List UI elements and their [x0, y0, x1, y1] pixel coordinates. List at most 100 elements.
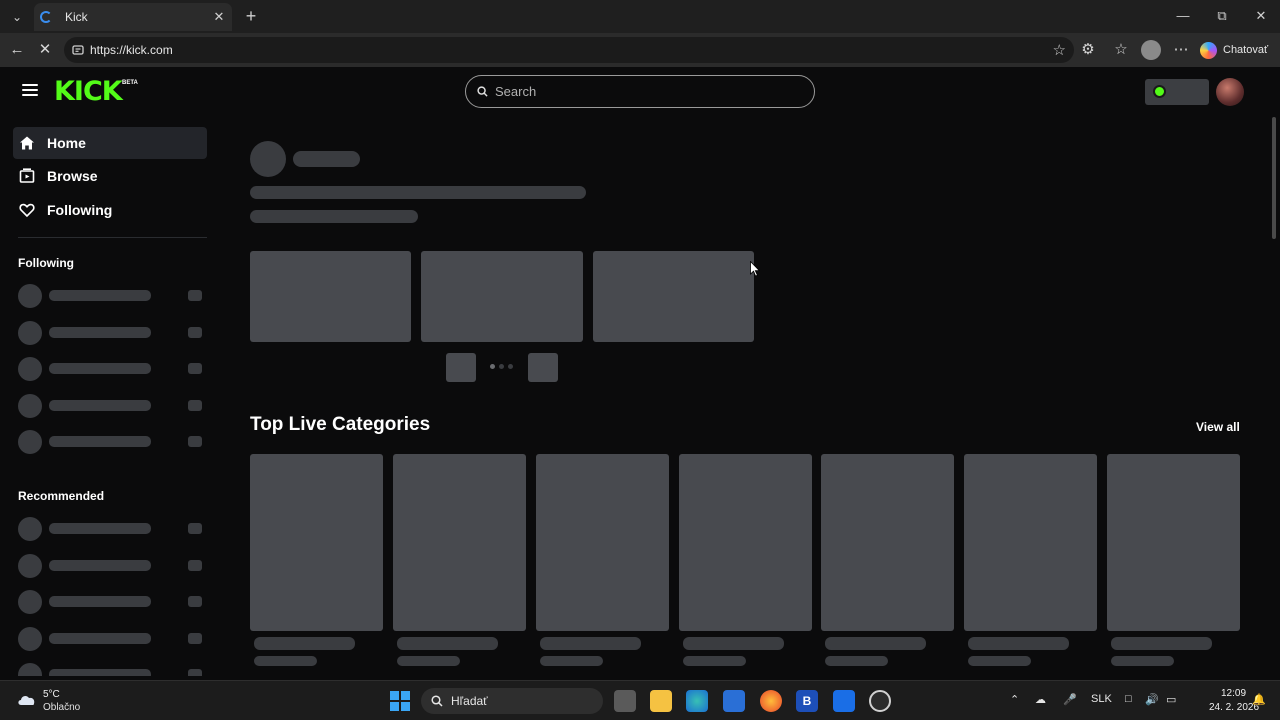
featured-name-skeleton — [293, 151, 360, 167]
minimize-button[interactable]: — — [1165, 4, 1201, 28]
browser-toolbar: ← ✕ https://kick.com ☆ ⚙ ☆ ⋯ Chatovať — [0, 33, 1280, 67]
sidebar-divider — [18, 237, 207, 238]
carousel-next-button[interactable] — [528, 353, 558, 382]
category-card-skeleton[interactable] — [1107, 454, 1240, 631]
category-title-skeleton — [540, 637, 641, 650]
copilot-icon — [1200, 41, 1217, 59]
site-header: KICK BETA Search — [4, 67, 1276, 117]
sidebar-item-label: Following — [47, 202, 113, 218]
carousel-dot[interactable] — [490, 364, 495, 369]
dropbox-icon[interactable] — [833, 690, 855, 712]
task-view-icon[interactable] — [614, 690, 636, 712]
carousel-card-skeleton[interactable] — [421, 251, 583, 342]
tab-title: Kick — [65, 10, 88, 24]
microsoft-store-icon[interactable] — [723, 690, 745, 712]
category-card-skeleton[interactable] — [679, 454, 812, 631]
category-viewers-skeleton — [683, 656, 746, 666]
taskbar-search-label: Hľadať — [451, 694, 488, 708]
featured-title-skeleton — [250, 186, 586, 199]
category-card-skeleton[interactable] — [393, 454, 526, 631]
kick-logo[interactable]: KICK — [54, 78, 123, 106]
search-placeholder: Search — [495, 84, 537, 99]
browse-icon — [19, 168, 35, 183]
tray-overflow-chevron-icon[interactable]: ⌃ — [1010, 693, 1019, 706]
site-info-icon[interactable] — [72, 44, 84, 56]
search-input[interactable]: Search — [465, 75, 815, 108]
stop-loading-button[interactable]: ✕ — [33, 38, 57, 62]
favorite-star-icon[interactable]: ☆ — [1053, 41, 1066, 59]
category-card-skeleton[interactable] — [964, 454, 1097, 631]
new-tab-button[interactable]: + — [240, 5, 262, 27]
recommended-channel-skeleton — [18, 553, 208, 578]
menu-hamburger-icon[interactable] — [22, 84, 38, 98]
tab-list-chevron-icon[interactable]: ⌄ — [4, 4, 30, 30]
file-explorer-icon[interactable] — [650, 690, 672, 712]
beta-badge: BETA — [122, 80, 138, 86]
sidebar-item-following[interactable]: Following — [13, 194, 207, 226]
browser-tab-kick[interactable]: Kick ✕ — [34, 3, 232, 31]
sidebar-item-home[interactable]: Home — [13, 127, 207, 159]
b-app-icon[interactable]: B — [796, 690, 818, 712]
following-heading: Following — [18, 256, 74, 270]
favorites-icon[interactable]: ☆ — [1109, 38, 1133, 62]
weather-description[interactable]: Oblačno — [43, 702, 80, 713]
category-card-skeleton[interactable] — [250, 454, 383, 631]
microphone-icon[interactable]: 🎤 — [1063, 693, 1077, 706]
cloud-icon[interactable] — [16, 692, 38, 706]
category-title-skeleton — [968, 637, 1069, 650]
search-icon — [477, 86, 488, 97]
carousel-card-skeleton[interactable] — [250, 251, 411, 342]
recommended-channel-skeleton — [18, 589, 208, 614]
chatgpt-icon[interactable] — [869, 690, 891, 712]
maximize-button[interactable]: ⧉ — [1204, 4, 1240, 28]
category-card-skeleton[interactable] — [821, 454, 954, 631]
kicks-balance-button[interactable] — [1145, 79, 1209, 105]
carousel-card-skeleton[interactable] — [593, 251, 754, 342]
carousel-prev-button[interactable] — [446, 353, 476, 382]
volume-icon[interactable]: 🔊 — [1145, 693, 1159, 706]
category-card-skeleton[interactable] — [536, 454, 669, 631]
network-icon[interactable]: □ — [1125, 693, 1132, 705]
tab-close-icon[interactable]: ✕ — [210, 9, 228, 25]
category-viewers-skeleton — [1111, 656, 1174, 666]
carousel-dot[interactable] — [499, 364, 504, 369]
kick-page: KICK BETA Search Home Browse Following F… — [4, 67, 1276, 676]
section-title: Top Live Categories — [250, 414, 431, 435]
category-title-skeleton — [1111, 637, 1212, 650]
language-indicator[interactable]: SLK — [1091, 693, 1112, 705]
view-all-link[interactable]: View all — [1196, 420, 1240, 434]
category-viewers-skeleton — [825, 656, 888, 666]
category-title-skeleton — [397, 637, 498, 650]
carousel-dot[interactable] — [508, 364, 513, 369]
onedrive-icon[interactable]: ☁ — [1035, 693, 1046, 706]
search-icon — [431, 695, 443, 707]
following-channel-skeleton — [18, 429, 208, 454]
address-bar[interactable]: https://kick.com ☆ — [64, 37, 1074, 63]
firefox-icon[interactable] — [760, 690, 782, 712]
sidebar-item-browse[interactable]: Browse — [13, 160, 207, 192]
more-options-icon[interactable]: ⋯ — [1169, 38, 1193, 62]
extensions-icon[interactable]: ⚙ — [1076, 38, 1100, 62]
mouse-cursor-icon — [750, 261, 760, 277]
user-avatar[interactable] — [1216, 78, 1244, 106]
clock-time[interactable]: 12:09 — [1221, 688, 1246, 699]
featured-avatar-skeleton — [250, 141, 286, 177]
close-window-button[interactable]: ✕ — [1243, 4, 1279, 28]
battery-icon[interactable]: ▭ — [1166, 693, 1176, 706]
home-icon — [20, 136, 34, 150]
back-button[interactable]: ← — [5, 38, 29, 62]
taskbar-search[interactable]: Hľadať — [421, 688, 603, 714]
start-button[interactable] — [390, 691, 410, 711]
notification-bell-icon[interactable]: 🔔 — [1252, 693, 1266, 706]
weather-temperature[interactable]: 5°C — [43, 689, 60, 700]
copilot-label: Chatovať — [1223, 44, 1269, 56]
edge-browser-icon[interactable] — [686, 690, 708, 712]
browser-profile-avatar[interactable] — [1141, 40, 1161, 60]
category-viewers-skeleton — [397, 656, 460, 666]
page-scrollbar[interactable] — [1272, 117, 1276, 239]
copilot-button[interactable]: Chatovať — [1200, 38, 1268, 62]
following-channel-skeleton — [18, 320, 208, 345]
kick-coin-icon — [1153, 85, 1166, 98]
sidebar: Home Browse Following Following Recommen… — [4, 117, 218, 676]
category-viewers-skeleton — [540, 656, 603, 666]
